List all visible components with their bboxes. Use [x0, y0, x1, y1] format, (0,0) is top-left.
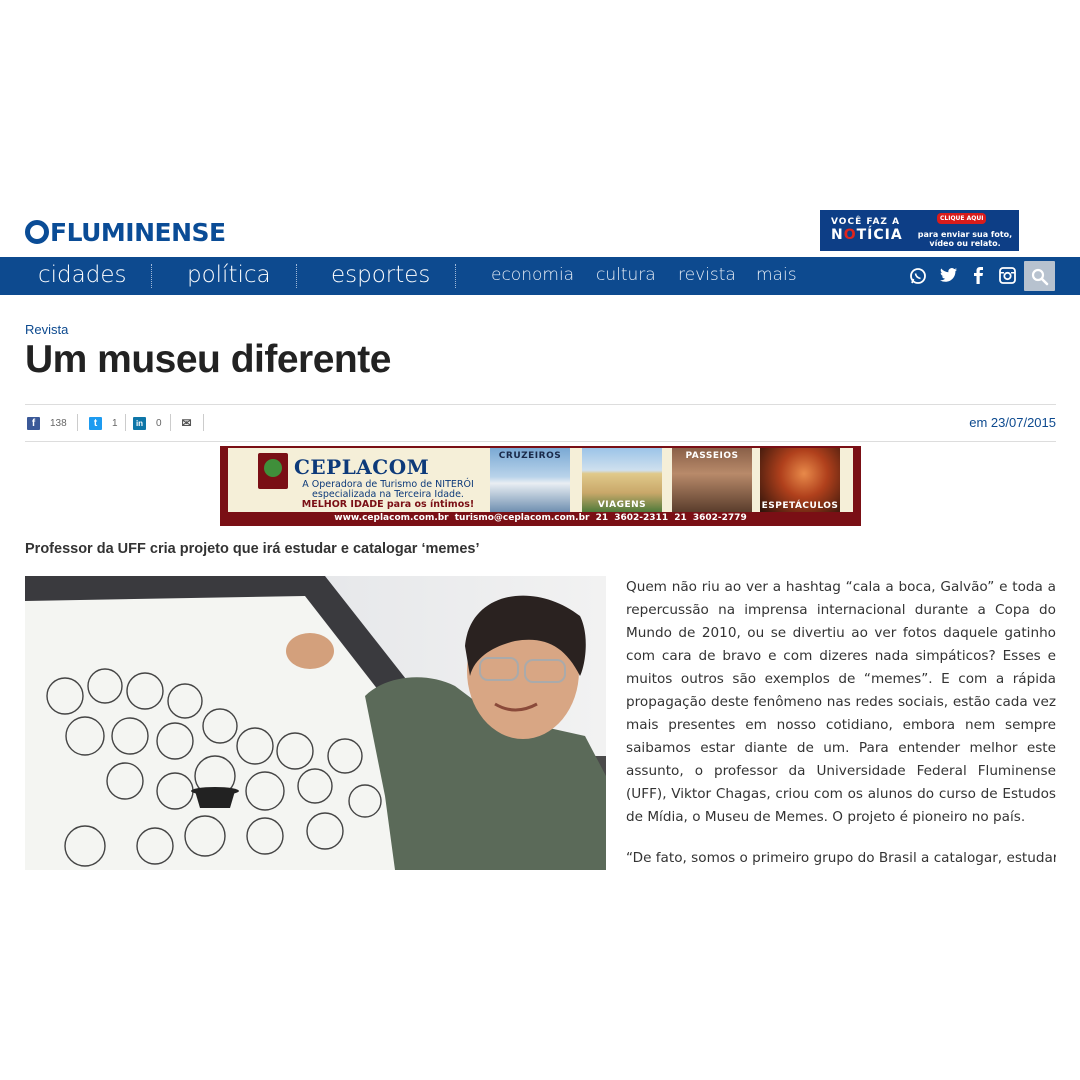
section-link[interactable]: Revista	[25, 322, 68, 337]
main-navigation: cidades política esportes economia cultu…	[0, 257, 1080, 295]
promo-line2: NOTÍCIA	[831, 227, 903, 243]
article-title: Um museu diferente	[25, 338, 391, 381]
facebook-share[interactable]: f 138	[27, 416, 67, 430]
promo-cta-badge[interactable]: CLIQUE AQUI	[937, 213, 987, 224]
linkedin-share[interactable]: in 0	[133, 416, 162, 430]
article-body: Quem não riu ao ver a hashtag “cala a bo…	[626, 576, 1056, 888]
nav-item-mais[interactable]: mais	[756, 265, 797, 285]
nav-separator	[455, 264, 456, 288]
site-logo[interactable]: FLUMINENSE	[25, 218, 226, 247]
ad-main-panel: CEPLACOM A Operadora de Turismo de NITER…	[228, 448, 853, 512]
envelope-icon: ✉	[181, 415, 192, 430]
search-button[interactable]	[1024, 261, 1055, 291]
twitter-share-count: 1	[112, 417, 118, 429]
linkedin-share-icon: in	[133, 416, 146, 430]
facebook-share-count: 138	[50, 417, 67, 429]
ad-brand: CEPLACOM	[294, 455, 430, 479]
promo-description: para enviar sua foto, vídeo ou relato.	[917, 230, 1013, 248]
article-photo	[25, 576, 606, 870]
twitter-icon[interactable]	[939, 267, 959, 288]
article-lead: Professor da UFF cria projeto que irá es…	[25, 541, 480, 557]
ceplacom-ad-banner[interactable]: CEPLACOM A Operadora de Turismo de NITER…	[220, 446, 861, 526]
share-separator	[203, 414, 204, 431]
share-bar: f 138 t 1 in 0 ✉ em 23/07/2015	[25, 404, 1056, 442]
paragraph: Quem não riu ao ver a hashtag “cala a bo…	[626, 579, 1056, 825]
publish-date: em 23/07/2015	[969, 415, 1056, 430]
logo-o-mark	[25, 220, 49, 244]
promo-line1: VOCÊ FAZ A	[831, 217, 901, 227]
send-news-banner[interactable]: VOCÊ FAZ A NOTÍCIA CLIQUE AQUI para envi…	[820, 210, 1019, 251]
twitter-share-icon: t	[89, 416, 102, 430]
logo-text: FLUMINENSE	[50, 218, 226, 247]
nav-item-politica[interactable]: política	[187, 262, 271, 288]
facebook-share-icon: f	[27, 416, 40, 430]
nav-item-economia[interactable]: economia	[491, 265, 574, 285]
tours-photo: PASSEIOS	[672, 448, 752, 512]
share-separator	[125, 414, 126, 431]
nav-item-cultura[interactable]: cultura	[596, 265, 656, 285]
nav-separator	[151, 264, 152, 288]
instagram-icon[interactable]	[997, 267, 1017, 289]
nav-item-esportes[interactable]: esportes	[331, 262, 430, 288]
share-separator	[170, 414, 171, 431]
ad-contact-footer: www.ceplacom.com.br turismo@ceplacom.com…	[334, 513, 747, 523]
search-icon	[1031, 268, 1049, 286]
facebook-icon[interactable]	[968, 267, 988, 289]
nav-separator	[296, 264, 297, 288]
shows-photo: ESPETÁCULOS	[760, 448, 840, 512]
travel-photo: VIAGENS	[582, 448, 662, 512]
cruise-photo: CRUZEIROS	[490, 448, 570, 512]
email-share[interactable]: ✉	[180, 416, 193, 430]
twitter-share[interactable]: t 1	[89, 416, 118, 430]
whatsapp-icon[interactable]	[908, 267, 928, 290]
ceplacom-logo	[258, 453, 288, 489]
linkedin-share-count: 0	[156, 417, 162, 429]
paragraph: “De fato, somos o primeiro grupo do Bras…	[626, 850, 1056, 866]
nav-item-cidades[interactable]: cidades	[38, 262, 126, 288]
ad-line3: MELHOR IDADE para os íntimos!	[301, 499, 475, 510]
share-separator	[77, 414, 78, 431]
nav-item-revista[interactable]: revista	[678, 265, 736, 285]
